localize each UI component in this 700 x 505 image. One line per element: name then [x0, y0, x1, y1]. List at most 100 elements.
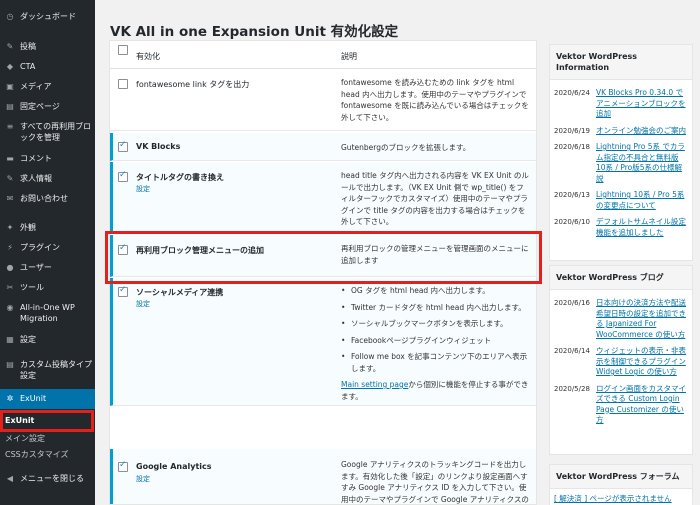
news-item: 2020/6/13 Lightning 10系 / Pro 5系の変更点について — [550, 190, 692, 211]
nav-plugins[interactable]: ⚡ プラグイン — [0, 242, 95, 253]
news-link[interactable]: 日本向けの決済方法や配送希望日時の設定を追加できる Japanized For … — [596, 298, 688, 340]
feature-item: OG タグを html head 内へ出力します。 — [341, 285, 529, 297]
user-icon: ● — [6, 263, 14, 272]
table-row: タイトルタグの書き換え 設定 head title タグ内へ出力される内容を V… — [110, 162, 536, 234]
module-settings-link[interactable]: 設定 — [136, 299, 150, 309]
news-item: 2020/6/16 日本向けの決済方法や配送希望日時の設定を追加できる Japan… — [550, 298, 692, 340]
news-date: 2020/6/19 — [554, 126, 590, 135]
nav-appearance[interactable]: ✦ 外観 — [0, 222, 95, 233]
collapse-icon: ◀ — [6, 474, 14, 483]
news-link[interactable]: ウィジェットの表示・非表示を制御できるプラグイン Widget Logic の使… — [596, 346, 688, 378]
column-description: 説明 — [341, 52, 357, 61]
table-header: 有効化 説明 — [110, 41, 536, 69]
news-link[interactable]: ログイン画面をカスタマイズできる Custom Login Page Custo… — [596, 384, 688, 426]
module-checkbox[interactable] — [118, 285, 128, 297]
table-row: Google Analytics 設定 Google アナリティクスのトラッキン… — [110, 449, 536, 504]
nav-settings[interactable]: ▦ 設定 — [0, 334, 95, 345]
nav-contact[interactable]: ✉ お問い合わせ — [0, 193, 95, 204]
table-row: fontawesome link タグを出力 fontawesome を読み込む… — [110, 69, 536, 131]
gear-icon: ✲ — [6, 394, 14, 403]
module-name: VK Blocks — [136, 142, 181, 151]
news-item: 2020/6/10 デフォルトサムネイル設定機能を追加しました — [550, 217, 692, 238]
module-description: head title タグ内へ出力される内容を VK EX Unit のルールで… — [341, 171, 529, 226]
pin-icon: ✎ — [6, 42, 14, 51]
feature-item: ソーシャルブックマークボタンを表示します。 — [341, 318, 529, 330]
nav-pages[interactable]: ▤ 固定ページ — [0, 101, 95, 112]
submenu-main-settings[interactable]: メイン設定 — [0, 433, 95, 444]
nav-reusable-blocks[interactable]: ≡ すべての再利用ブロックを管理 — [0, 121, 95, 143]
news-date: 2020/6/16 — [554, 299, 590, 307]
news-date: 2020/6/14 — [554, 347, 590, 355]
nav-users[interactable]: ● ユーザー — [0, 262, 95, 273]
nav-migration[interactable]: ◉ All-in-One WP Migration — [0, 302, 95, 324]
news-date: 2020/6/13 — [554, 191, 590, 199]
comment-icon: ▬ — [6, 154, 14, 163]
widget-title: Vektor WordPress ブログ — [550, 266, 692, 290]
news-date: 2020/5/28 — [554, 384, 590, 393]
news-date: 2020/6/10 — [554, 218, 590, 226]
mail-icon: ✉ — [6, 194, 14, 203]
page-icon: ▤ — [6, 102, 14, 111]
news-item: 2020/6/19 オンライン勉強会のご案内 — [550, 126, 692, 137]
module-name: タイトルタグの書き換え — [136, 173, 224, 182]
module-settings-link[interactable]: 設定 — [136, 474, 150, 484]
news-link[interactable]: オンライン勉強会のご案内 — [596, 126, 686, 137]
select-all-checkbox[interactable] — [118, 45, 128, 55]
forum-item: [ 解決済 ] ページが表示されません — [550, 494, 692, 505]
news-link[interactable]: デフォルトサムネイル設定機能を追加しました — [596, 217, 688, 238]
appearance-icon: ✦ — [6, 223, 14, 232]
news-item: 2020/6/14 ウィジェットの表示・非表示を制御できるプラグイン Widget… — [550, 346, 692, 378]
main-setting-note: Main setting pageから個別に機能を停止する事ができます。 — [341, 380, 529, 401]
news-item: 2020/6/24 VK Blocks Pro 0.34.0 でアニメーションブロ… — [550, 88, 692, 120]
module-checkbox[interactable] — [118, 170, 128, 182]
collapse-menu-button[interactable]: ◀ メニューを閉じる — [0, 473, 95, 484]
module-description: Gutenbergのブロックを拡張します。 — [341, 143, 471, 152]
module-description: fontawesome を読み込むための link タグを html head … — [341, 78, 529, 122]
highlight-reusable-block-row — [105, 231, 542, 284]
megaphone-icon: ◆ — [6, 62, 14, 71]
nav-dashboard[interactable]: ◷ ダッシュボード — [0, 11, 95, 22]
highlight-exunit-submenu — [0, 410, 94, 432]
module-name: ソーシャルメディア連携 — [136, 288, 224, 297]
news-link[interactable]: Lightning Pro 5系 でカラム指定の不具合と無料版10系 / Pro… — [596, 142, 688, 184]
news-link[interactable]: Lightning 10系 / Pro 5系の変更点について — [596, 190, 688, 211]
module-checkbox[interactable] — [118, 79, 128, 89]
nav-exunit[interactable]: ✲ ExUnit — [0, 389, 95, 409]
migration-icon: ◉ — [6, 303, 14, 312]
submenu-css-customize[interactable]: CSSカスタマイズ — [0, 449, 95, 460]
module-description: Google アナリティクスのトラッキングコードを出力します。有効化した後「設定… — [341, 460, 529, 504]
nav-posts[interactable]: ✎ 投稿 — [0, 41, 95, 52]
blog-widget: Vektor WordPress ブログ 2020/6/16 日本向けの決済方法や… — [549, 265, 693, 455]
module-checkbox[interactable] — [118, 140, 128, 152]
news-item: 2020/5/28 ログイン画面をカスタマイズできる Custom Login P… — [550, 384, 692, 426]
plugin-icon: ⚡ — [7, 243, 13, 252]
table-row: VK Blocks Gutenbergのブロックを拡張します。 — [110, 133, 536, 161]
forum-widget: Vektor WordPress フォーラム [ 解決済 ] ページが表示されま… — [549, 464, 693, 505]
nav-jobs[interactable]: ✎ 求人情報 — [0, 173, 95, 184]
forum-link[interactable]: [ 解決済 ] ページが表示されません — [554, 494, 672, 505]
nav-custom-post-types[interactable]: ▤ カスタム投稿タイプ設定 — [0, 359, 95, 381]
module-name: Google Analytics — [136, 462, 212, 471]
nav-cta[interactable]: ◆ CTA — [0, 61, 95, 72]
news-link[interactable]: VK Blocks Pro 0.34.0 でアニメーションブロックを追加 — [596, 88, 688, 120]
module-settings-link[interactable]: 設定 — [136, 184, 150, 194]
nav-comments[interactable]: ▬ コメント — [0, 153, 95, 164]
main-setting-page-link[interactable]: Main setting page — [341, 380, 408, 389]
feature-item: Facebookページプラグインウィジェット — [341, 335, 529, 347]
nav-media[interactable]: ▣ メディア — [0, 81, 95, 92]
page-title: VK All in one Expansion Unit 有効化設定 — [110, 24, 399, 40]
column-enable: 有効化 — [136, 52, 160, 61]
module-description: OG タグを html head 内へ出力します。 Twitter カードタグを… — [341, 285, 529, 402]
settings-icon: ▦ — [6, 335, 14, 344]
dashboard-icon: ◷ — [6, 12, 14, 21]
module-name: fontawesome link タグを出力 — [136, 80, 250, 89]
module-checkbox[interactable] — [118, 460, 128, 472]
widget-title: Vektor WordPress フォーラム — [550, 465, 692, 489]
nav-tools[interactable]: ✂ ツール — [0, 282, 95, 293]
tools-icon: ✂ — [6, 283, 14, 292]
info-widget: Vektor WordPress Information 2020/6/24 VK… — [549, 44, 693, 261]
job-icon: ✎ — [6, 174, 14, 183]
feature-item: Follow me box を記事コンテンツ下のエリアへ表示します。 — [341, 351, 529, 374]
reusable-block-icon: ≡ — [6, 122, 14, 131]
feature-item: Twitter カードタグを html head 内へ出力します。 — [341, 302, 529, 314]
